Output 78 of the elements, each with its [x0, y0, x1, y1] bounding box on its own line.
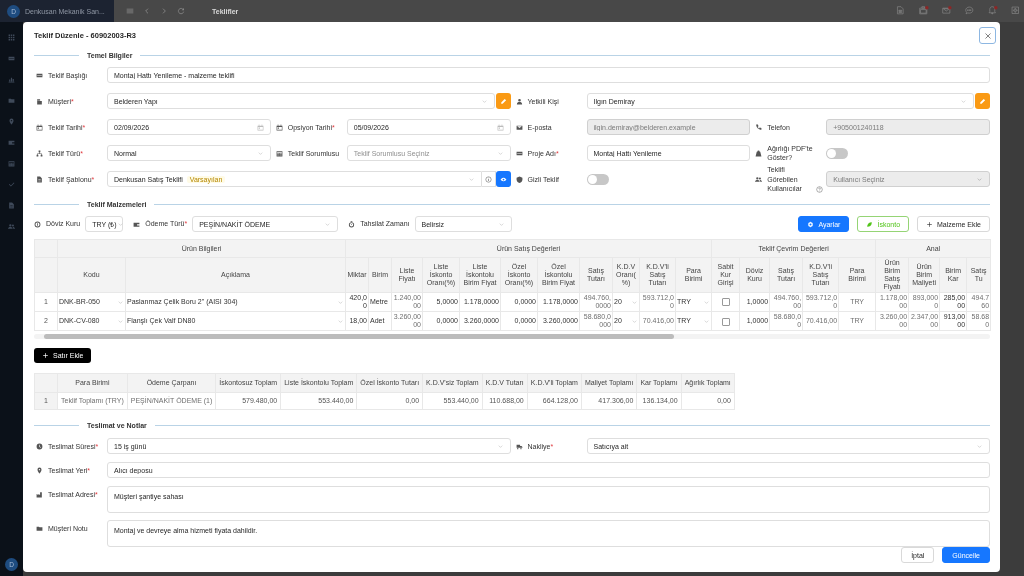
document-icon[interactable] [8, 202, 15, 209]
refresh-icon[interactable] [177, 7, 185, 15]
wallet-icon [133, 220, 141, 228]
checkbox[interactable] [721, 298, 730, 307]
chevron-down-icon [256, 149, 264, 157]
chevron-down-icon [497, 220, 505, 228]
close-button[interactable] [979, 27, 996, 45]
folder-icon[interactable] [8, 97, 15, 104]
chat-icon[interactable] [965, 6, 975, 16]
hierarchy-icon [36, 149, 43, 157]
bell-icon[interactable] [988, 6, 998, 16]
pin-icon [36, 467, 43, 475]
help-icon[interactable] [816, 186, 824, 194]
pin-icon[interactable] [8, 118, 15, 125]
person-icon [515, 97, 523, 105]
document-icon[interactable] [896, 6, 906, 16]
chevron-down-icon [703, 317, 711, 325]
chevron-down-icon [117, 317, 124, 325]
pencil-icon [979, 97, 986, 105]
close-icon [982, 30, 993, 41]
toggle-switch[interactable] [826, 147, 849, 159]
chevron-left-icon[interactable] [143, 7, 151, 15]
calendar-icon [275, 123, 283, 131]
table-icon [275, 149, 283, 157]
info-icon [484, 175, 492, 183]
chevron-down-icon [976, 443, 983, 450]
card-icon [515, 149, 523, 157]
toggle-switch[interactable] [586, 173, 609, 185]
clock-icon [36, 443, 43, 451]
card-icon[interactable] [8, 55, 15, 62]
box-icon[interactable] [919, 6, 929, 16]
chevron-down-icon [960, 97, 967, 105]
card-icon [36, 71, 43, 79]
eye-icon [499, 175, 507, 183]
envelope-icon[interactable] [942, 6, 952, 16]
chevron-down-icon [976, 175, 983, 183]
folder-icon [36, 525, 43, 533]
calendar-icon [496, 123, 504, 131]
coin-icon [34, 220, 41, 228]
chevron-down-icon [496, 149, 504, 157]
plus-icon [926, 220, 934, 228]
factory-icon [36, 491, 43, 499]
checkbox[interactable] [721, 317, 730, 326]
chevron-down-icon [116, 220, 124, 228]
chevron-right-icon[interactable] [160, 7, 168, 15]
chevron-down-icon [324, 220, 332, 228]
edit-button[interactable] [495, 93, 511, 110]
chevron-down-icon [703, 298, 711, 306]
chevron-down-icon [337, 298, 344, 306]
calendar-icon [256, 123, 264, 131]
check-icon[interactable] [8, 181, 15, 188]
chevron-down-icon [496, 443, 504, 450]
chevron-down-icon [337, 317, 344, 325]
chevron-down-icon [467, 175, 475, 183]
people-icon [755, 175, 763, 183]
chevron-down-icon [117, 298, 124, 306]
edit-button[interactable] [975, 93, 990, 110]
horizontal-scrollbar[interactable] [34, 334, 990, 340]
building-icon [36, 97, 43, 105]
calendar-icon [36, 123, 43, 131]
truck-icon [515, 443, 523, 451]
wallet-icon[interactable] [8, 139, 15, 146]
shield-icon [515, 175, 523, 183]
plus-icon [42, 352, 49, 360]
chevron-down-icon [631, 317, 638, 325]
document-icon [36, 175, 43, 183]
chevron-down-icon [631, 298, 638, 306]
table-icon[interactable] [8, 160, 15, 167]
stopwatch-icon [348, 220, 356, 228]
gear-icon [807, 220, 815, 228]
leaf-icon [866, 220, 874, 228]
grid-icon[interactable] [8, 34, 15, 41]
people-icon[interactable] [8, 223, 15, 230]
weight-icon [755, 149, 763, 157]
chevron-down-icon [480, 97, 488, 105]
chart-icon[interactable] [8, 76, 15, 83]
phone-icon [755, 123, 763, 131]
pencil-icon [499, 97, 507, 105]
